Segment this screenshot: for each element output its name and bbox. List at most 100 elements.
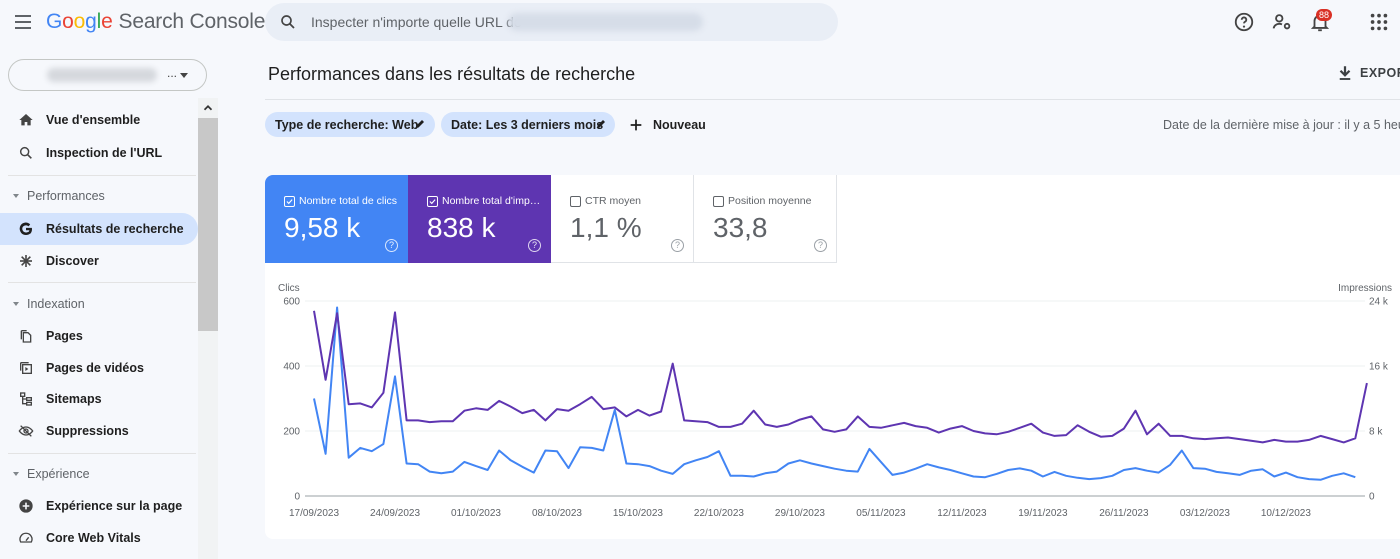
sidebar-scrollbar-thumb[interactable]	[198, 118, 218, 331]
sidebar-divider	[8, 175, 196, 176]
y-axis-title-right: Impressions	[1338, 283, 1392, 294]
last-updated-text: Date de la dernière mise à jour : il y a…	[1163, 118, 1400, 132]
sitemap-icon	[19, 392, 32, 406]
property-ellipsis: ...	[167, 66, 178, 80]
sidebar-item-sitemaps[interactable]: Sitemaps	[0, 383, 198, 415]
sidebar-item-url-inspection[interactable]: Inspection de l'URL	[0, 137, 198, 169]
sidebar-item-removals[interactable]: Suppressions	[0, 415, 198, 447]
sidebar-divider	[8, 282, 196, 283]
search-console-logo[interactable]: Google Search Console	[46, 10, 265, 34]
logo-letter: o	[73, 10, 86, 33]
home-icon	[19, 114, 33, 126]
sidebar-item-label: Sitemaps	[46, 392, 102, 406]
sidebar-item-search-results[interactable]: Résultats de recherche	[0, 213, 198, 245]
sidebar-nav: Vue d'ensemble Inspection de l'URL Perfo…	[0, 98, 198, 559]
asterisk-icon	[20, 255, 32, 267]
gauge-icon	[19, 532, 33, 543]
sidebar-section-indexation[interactable]: Indexation	[0, 290, 198, 318]
metric-average-position[interactable]: Position moyenne 33,8 ?	[694, 175, 837, 263]
checkbox-unchecked-icon[interactable]	[570, 196, 581, 207]
sidebar-item-overview[interactable]: Vue d'ensemble	[0, 104, 198, 136]
caret-down-icon	[13, 194, 19, 198]
metric-value: 9,58 k	[284, 212, 361, 243]
plus-circle-icon	[19, 499, 33, 513]
new-filter-label: Nouveau	[653, 118, 706, 132]
search-icon	[281, 15, 295, 29]
sidebar-item-pages[interactable]: Pages	[0, 320, 198, 352]
eye-off-icon	[18, 425, 34, 437]
filter-chip-search-type[interactable]: Type de recherche: Web	[265, 112, 435, 137]
metric-total-clicks[interactable]: Nombre total de clics 9,58 k ?	[265, 175, 408, 263]
metric-label: Nombre total de clics	[299, 195, 398, 207]
metric-value: 33,8	[713, 212, 768, 243]
sidebar-section-experience[interactable]: Expérience	[0, 460, 198, 488]
help-icon[interactable]: ?	[385, 239, 398, 252]
search-icon	[19, 146, 32, 159]
sidebar-item-label: Discover	[46, 254, 99, 268]
sidebar-item-label: Core Web Vitals	[46, 531, 141, 545]
new-filter-button[interactable]: Nouveau	[628, 112, 708, 137]
product-name: Search Console	[118, 10, 266, 33]
x-tick-label: 05/11/2023	[856, 508, 906, 519]
x-tick-label: 10/12/2023	[1261, 508, 1311, 519]
y-tick-label-right: 0	[1369, 492, 1375, 503]
help-icon[interactable]: ?	[528, 239, 541, 252]
apps-icon[interactable]	[1368, 11, 1390, 33]
y-axis-title-left: Clics	[278, 283, 300, 294]
x-tick-label: 19/11/2023	[1018, 508, 1068, 519]
header-divider	[265, 99, 1400, 100]
video-pages-icon	[20, 362, 32, 374]
sidebar-item-label: Pages	[46, 329, 83, 343]
checkbox-unchecked-icon[interactable]	[713, 196, 724, 207]
sidebar-item-page-experience[interactable]: Expérience sur la page	[0, 490, 198, 522]
y-tick-label-right: 16 k	[1369, 362, 1389, 373]
metric-label: Position moyenne	[728, 195, 812, 207]
metric-total-impressions[interactable]: Nombre total d'impressions 838 k ?	[408, 175, 551, 263]
sidebar-section-performances[interactable]: Performances	[0, 182, 198, 210]
logo-letter: g	[85, 10, 97, 33]
series-line-clics[interactable]	[313, 306, 1356, 481]
manage-users-icon[interactable]	[1271, 11, 1293, 33]
chevron-up-icon[interactable]	[201, 101, 215, 115]
edit-icon	[416, 120, 424, 128]
sidebar-item-label: Expérience sur la page	[46, 499, 183, 513]
sidebar-section-label: Performances	[27, 189, 105, 203]
x-tick-label: 22/10/2023	[694, 508, 744, 519]
sidebar-item-core-web-vitals[interactable]: Core Web Vitals	[0, 522, 198, 554]
metric-label: Nombre total d'impressions	[442, 195, 542, 207]
performance-chart[interactable]: Clics Impressions 0 200 400 600 0 8 k 16 k 24 …	[265, 275, 1400, 525]
help-icon[interactable]: ?	[671, 239, 684, 252]
property-selector[interactable]: ...	[8, 59, 207, 91]
caret-down-icon	[13, 472, 19, 476]
redacted-property	[47, 68, 157, 82]
main-menu-button[interactable]	[12, 10, 36, 34]
menu-icon-bar	[15, 27, 31, 29]
google-g-icon	[19, 222, 32, 236]
sidebar-item-video-pages[interactable]: Pages de vidéos	[0, 352, 198, 384]
edit-icon	[597, 120, 605, 128]
series-line-impressions[interactable]	[313, 310, 1368, 444]
y-tick-label-left: 400	[283, 362, 300, 373]
sidebar-item-label: Inspection de l'URL	[46, 146, 163, 160]
url-inspection-search[interactable]: Inspecter n'importe quelle URL de	[265, 3, 838, 41]
x-tick-label: 24/09/2023	[370, 508, 420, 519]
filter-chip-label: Date: Les 3 derniers mois	[451, 118, 604, 132]
x-tick-label: 29/10/2023	[775, 508, 825, 519]
metric-value: 1,1 %	[570, 212, 642, 243]
help-icon[interactable]	[1233, 11, 1255, 33]
filter-chip-label: Type de recherche: Web	[275, 118, 419, 132]
metric-average-ctr[interactable]: CTR moyen 1,1 % ?	[551, 175, 694, 263]
sidebar-item-label: Suppressions	[46, 424, 129, 438]
checkbox-checked-icon[interactable]	[427, 196, 438, 207]
filter-chip-date[interactable]: Date: Les 3 derniers mois	[441, 112, 615, 137]
sidebar-item-discover[interactable]: Discover	[0, 245, 198, 277]
help-icon[interactable]: ?	[814, 239, 827, 252]
export-label: EXPORTER	[1360, 66, 1400, 80]
metric-value: 838 k	[427, 212, 496, 243]
sidebar-section-label: Expérience	[27, 467, 90, 481]
chevron-down-icon	[180, 73, 188, 78]
logo-letter: o	[62, 10, 74, 33]
logo-letter: e	[101, 10, 113, 33]
caret-down-icon	[13, 302, 19, 306]
checkbox-checked-icon[interactable]	[284, 196, 295, 207]
